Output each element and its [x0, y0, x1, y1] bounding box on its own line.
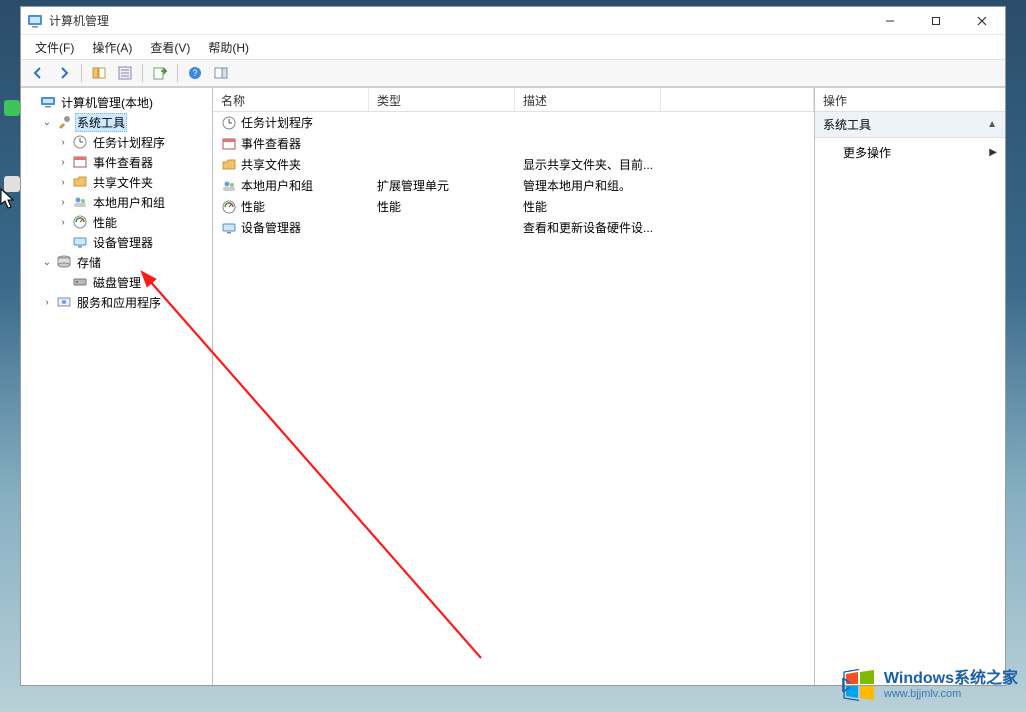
list-row[interactable]: 设备管理器 查看和更新设备硬件设... [213, 217, 814, 238]
titlebar: 计算机管理 [21, 7, 1005, 35]
show-action-pane-button[interactable] [210, 62, 232, 84]
event-icon [221, 136, 237, 152]
maximize-button[interactable] [913, 7, 959, 35]
tree-device-manager[interactable]: 设备管理器 [55, 232, 210, 252]
list-row[interactable]: 事件查看器 [213, 133, 814, 154]
collapse-icon[interactable]: ⌄ [41, 116, 53, 128]
tree-shared-folders[interactable]: › 共享文件夹 [55, 172, 210, 192]
toolbar-separator [177, 64, 178, 82]
list-row[interactable]: 任务计划程序 [213, 112, 814, 133]
computer-management-window: 计算机管理 文件(F) 操作(A) 查看(V) 帮助(H) ? [20, 6, 1006, 686]
performance-icon [72, 214, 88, 230]
device-icon [221, 220, 237, 236]
desktop-icon-fragment [4, 100, 20, 116]
storage-icon [56, 254, 72, 270]
cursor-icon [0, 188, 18, 210]
toolbar-separator [81, 64, 82, 82]
list-pane: 名称 类型 描述 任务计划程序 事件查看器 共享文件夹 [213, 88, 815, 685]
expand-icon[interactable]: › [57, 156, 69, 168]
clock-icon [221, 115, 237, 131]
tree-local-users[interactable]: › 本地用户和组 [55, 192, 210, 212]
tree-root-label: 计算机管理(本地) [59, 93, 155, 112]
close-button[interactable] [959, 7, 1005, 35]
tree-event-viewer[interactable]: › 事件查看器 [55, 152, 210, 172]
nav-forward-button[interactable] [53, 62, 75, 84]
toolbar-separator [142, 64, 143, 82]
action-pane-header: 操作 [815, 88, 1005, 112]
chevron-right-icon: ▶ [989, 147, 997, 158]
action-group-title[interactable]: 系统工具 ▲ [815, 112, 1005, 138]
menu-file[interactable]: 文件(F) [27, 37, 82, 58]
minimize-button[interactable] [867, 7, 913, 35]
shared-folder-icon [72, 174, 88, 190]
disk-icon [72, 274, 88, 290]
users-icon [72, 194, 88, 210]
device-icon [72, 234, 88, 250]
tree-system-tools[interactable]: ⌄ 系统工具 [39, 112, 210, 132]
help-button[interactable]: ? [184, 62, 206, 84]
services-icon [56, 294, 72, 310]
action-pane: 操作 系统工具 ▲ 更多操作 ▶ [815, 88, 1005, 685]
menu-help[interactable]: 帮助(H) [200, 37, 257, 58]
chevron-up-icon: ▲ [987, 119, 997, 130]
client-area: 计算机管理(本地) ⌄ 系统工具 [21, 87, 1005, 685]
expand-icon[interactable]: › [57, 196, 69, 208]
tree-performance[interactable]: › 性能 [55, 212, 210, 232]
shared-folder-icon [221, 157, 237, 173]
list-row[interactable]: 性能 性能 性能 [213, 196, 814, 217]
app-icon [27, 13, 43, 29]
clock-icon [72, 134, 88, 150]
menubar: 文件(F) 操作(A) 查看(V) 帮助(H) [21, 35, 1005, 59]
window-title: 计算机管理 [49, 12, 867, 29]
list-body[interactable]: 任务计划程序 事件查看器 共享文件夹 显示共享文件夹、目前... 本地用户和组 … [213, 112, 814, 685]
menu-view[interactable]: 查看(V) [142, 37, 198, 58]
tree-storage[interactable]: ⌄ 存储 [39, 252, 210, 272]
users-icon [221, 178, 237, 194]
expand-icon[interactable]: › [57, 176, 69, 188]
list-row[interactable]: 本地用户和组 扩展管理单元 管理本地用户和组。 [213, 175, 814, 196]
menu-action[interactable]: 操作(A) [84, 37, 140, 58]
column-description[interactable]: 描述 [515, 88, 661, 111]
toolbar: ? [21, 59, 1005, 87]
tools-icon [56, 114, 72, 130]
tree-disk-management[interactable]: 磁盘管理 [55, 272, 210, 292]
action-more[interactable]: 更多操作 ▶ [815, 138, 1005, 167]
expand-icon[interactable]: › [41, 296, 53, 308]
properties-button[interactable] [114, 62, 136, 84]
column-type[interactable]: 类型 [369, 88, 515, 111]
expand-icon[interactable]: › [57, 136, 69, 148]
tree-services-apps[interactable]: › 服务和应用程序 [39, 292, 210, 312]
windows-logo-icon [840, 666, 878, 704]
column-name[interactable]: 名称 [213, 88, 369, 111]
tree-task-scheduler[interactable]: › 任务计划程序 [55, 132, 210, 152]
expand-icon[interactable]: › [57, 216, 69, 228]
export-list-button[interactable] [149, 62, 171, 84]
svg-text:?: ? [192, 68, 197, 78]
computer-icon [40, 94, 56, 110]
tree-root[interactable]: 计算机管理(本地) [23, 92, 210, 112]
column-spacer [661, 88, 814, 111]
tree-pane[interactable]: 计算机管理(本地) ⌄ 系统工具 [21, 88, 213, 685]
tree-system-tools-label: 系统工具 [75, 113, 127, 132]
event-icon [72, 154, 88, 170]
nav-back-button[interactable] [27, 62, 49, 84]
list-header: 名称 类型 描述 [213, 88, 814, 112]
collapse-icon[interactable]: ⌄ [41, 256, 53, 268]
list-row[interactable]: 共享文件夹 显示共享文件夹、目前... [213, 154, 814, 175]
performance-icon [221, 199, 237, 215]
desktop-edge [4, 100, 20, 192]
show-hide-tree-button[interactable] [88, 62, 110, 84]
watermark: Windows系统之家 www.bjjmlv.com [840, 666, 1018, 704]
